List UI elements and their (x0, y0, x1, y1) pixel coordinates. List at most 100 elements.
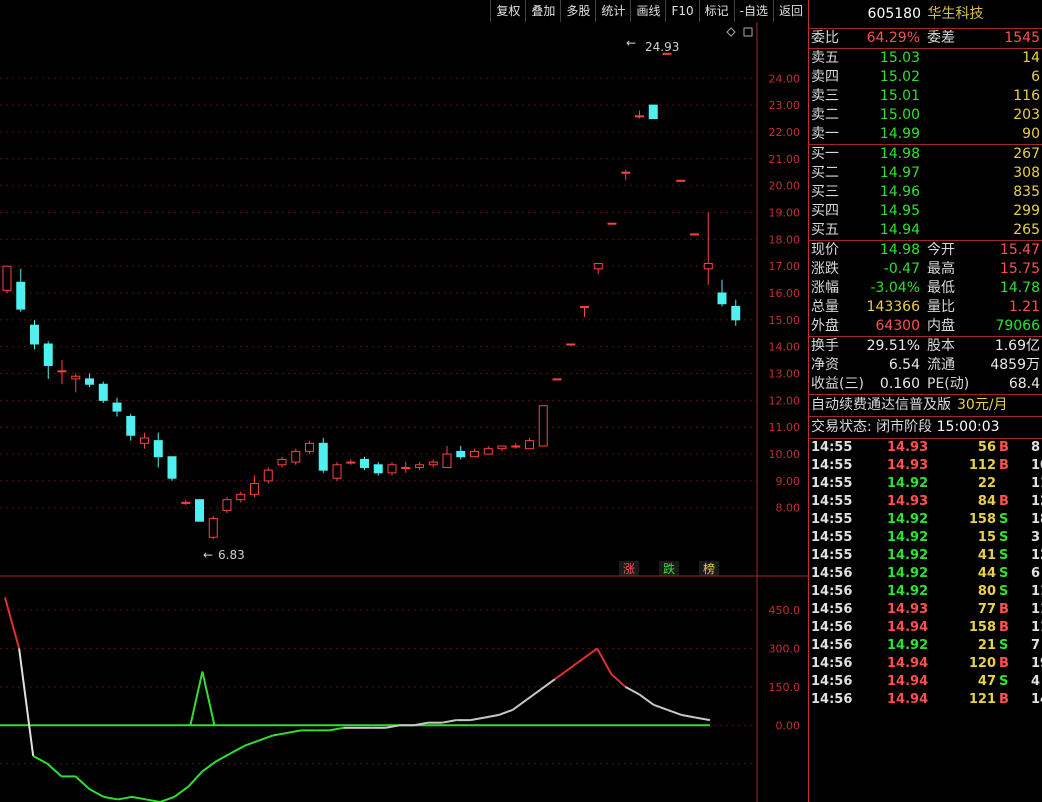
row-label-2: PE(动) (927, 376, 970, 392)
candle-body (305, 442, 314, 452)
candle-body (43, 343, 53, 366)
candle-body (263, 469, 273, 482)
trade-side: B (999, 692, 1009, 707)
indicator-segment (32, 755, 48, 765)
indicator-segment (173, 785, 189, 798)
toolbar-button-0[interactable]: 复权 (490, 0, 525, 22)
sell-orderbook: 卖五 15.03 14 卖四 15.02 6 卖三 15.01 116 卖二 15.00 203 卖一 1… (809, 48, 1042, 144)
row-value-2: 14.78 (999, 280, 1040, 296)
trade-count: 18 (1031, 512, 1042, 527)
kline-chart[interactable]: 24.00 23.00 22.00 21.00 20.00 19.00 18.00 17.00… (0, 0, 808, 802)
trade-row: 14:56 14.92 21 S 7 (809, 637, 1042, 655)
row-value-2: 79066 (995, 318, 1040, 334)
window-icon[interactable] (743, 27, 753, 37)
sell-level[interactable]: 卖三 15.01 116 (809, 87, 1042, 106)
trade-price: 14.93 (887, 494, 929, 509)
quote-row: 总量 143366 量比 1.21 (809, 298, 1042, 317)
trade-row: 14:56 14.94 158B 11 (809, 619, 1042, 637)
buy-level[interactable]: 买二 14.97 308 (809, 164, 1042, 183)
candle-body (153, 440, 163, 458)
toolbar-button-2[interactable]: 多股 (560, 0, 595, 22)
sell-level[interactable]: 卖二 15.00 203 (809, 106, 1042, 125)
trade-time: 14:56 (811, 692, 853, 707)
buy-orderbook: 买一 14.98 267 买二 14.97 308 买三 14.96 835 买四 14.95 299… (809, 144, 1042, 240)
candle-body (332, 464, 342, 479)
candle-body (483, 448, 493, 455)
candle-body (635, 115, 644, 118)
ad-price: 30元/月 (957, 397, 1008, 413)
candle-body (648, 104, 658, 120)
candles (2, 52, 741, 540)
trade-price: 14.93 (887, 458, 929, 473)
candle-body (401, 466, 411, 469)
kline-chart-area[interactable]: 24.00 23.00 22.00 21.00 20.00 19.00 18.00 17.00… (0, 0, 808, 802)
sell-level[interactable]: 卖一 14.99 90 (809, 125, 1042, 144)
trade-side: B (999, 656, 1009, 671)
candle-body (731, 305, 741, 321)
indicator-tick-label: 300.0 (769, 643, 801, 656)
indicator-tick-label: 150.0 (769, 681, 801, 694)
buy-level[interactable]: 买一 14.98 267 (809, 145, 1042, 164)
candle-body (57, 370, 67, 373)
buy-level[interactable]: 买四 14.95 299 (809, 202, 1042, 221)
rank-down-button[interactable]: 跌 (663, 561, 675, 576)
candle-body (538, 405, 548, 447)
tick-list[interactable]: 14:5514.9356B814:5514.93112B1014:5514.92… (809, 438, 1042, 709)
trade-side: B (999, 620, 1009, 635)
trade-volume: 120 (968, 656, 996, 671)
trade-time: 14:55 (811, 476, 853, 491)
trade-count: 3 (1031, 530, 1041, 545)
trade-time: 14:56 (811, 620, 853, 635)
indicator-segment (484, 714, 499, 719)
toolbar-button-8[interactable]: 返回 (772, 0, 808, 22)
price-tick-label: 22.00 (769, 126, 801, 139)
candle-body (703, 262, 713, 270)
row-value-2: 1.21 (1008, 299, 1040, 315)
toolbar-button-5[interactable]: F10 (665, 0, 698, 22)
candle-body (236, 493, 246, 501)
toolbar-button-6[interactable]: 标记 (698, 0, 734, 22)
sell-level[interactable]: 卖四 15.02 6 (809, 68, 1042, 87)
trade-price: 14.94 (887, 692, 929, 707)
trade-volume: 121 (968, 692, 996, 707)
toolbar-button-3[interactable]: 统计 (595, 0, 630, 22)
candle-body (181, 501, 191, 504)
row-label: 涨跌 (811, 261, 839, 277)
toolbar-button-4[interactable]: 画线 (630, 0, 665, 22)
trade-count: 14 (1031, 692, 1042, 707)
trade-row: 14:56 14.94 120B 19 (809, 655, 1042, 673)
price-tick-label: 8.00 (776, 502, 801, 515)
buy-level[interactable]: 买五 14.94 265 (809, 221, 1042, 240)
price-tick-label: 24.00 (769, 72, 801, 85)
ad-banner[interactable]: 自动续费通达信普及版 30元/月 (809, 394, 1042, 416)
trade-side: B (999, 458, 1009, 473)
trade-count: 11 (1031, 476, 1042, 491)
buy-level[interactable]: 买三 14.96 835 (809, 183, 1042, 202)
rank-up-button[interactable]: 涨 (623, 561, 635, 576)
indicator-segment (498, 708, 513, 716)
level-price: 14.95 (879, 203, 920, 219)
toolbar-button-1[interactable]: 叠加 (525, 0, 560, 22)
indicator-spike (189, 671, 216, 726)
trade-side: S (999, 674, 1009, 689)
sell-level[interactable]: 卖五 15.03 14 (809, 49, 1042, 68)
trade-volume: 56 (977, 440, 996, 455)
indicator-segment (230, 744, 246, 755)
trade-volume: 21 (977, 638, 996, 653)
indicator-segment (638, 693, 655, 706)
candle-body (360, 458, 369, 468)
trade-count: 12 (1031, 548, 1042, 563)
trade-volume: 80 (977, 584, 996, 599)
indicator-segment (681, 714, 697, 719)
quote-panel: 605180 华生科技 委比 64.29% 委差 1545 卖五 15.03 14 卖… (808, 0, 1042, 802)
trade-time: 14:55 (811, 548, 853, 563)
indicator-segment (695, 716, 711, 722)
trade-time: 14:55 (811, 494, 853, 509)
toolbar-button-7[interactable]: -自选 (733, 0, 773, 22)
diamond-icon[interactable] (726, 27, 736, 37)
rank-list-button[interactable]: 榜 (703, 561, 715, 576)
price-tick-label: 12.00 (769, 394, 801, 407)
trade-side: S (999, 512, 1009, 527)
quote-row: 现价 14.98 今开 15.47 (809, 241, 1042, 260)
level-label: 卖四 (811, 69, 839, 85)
